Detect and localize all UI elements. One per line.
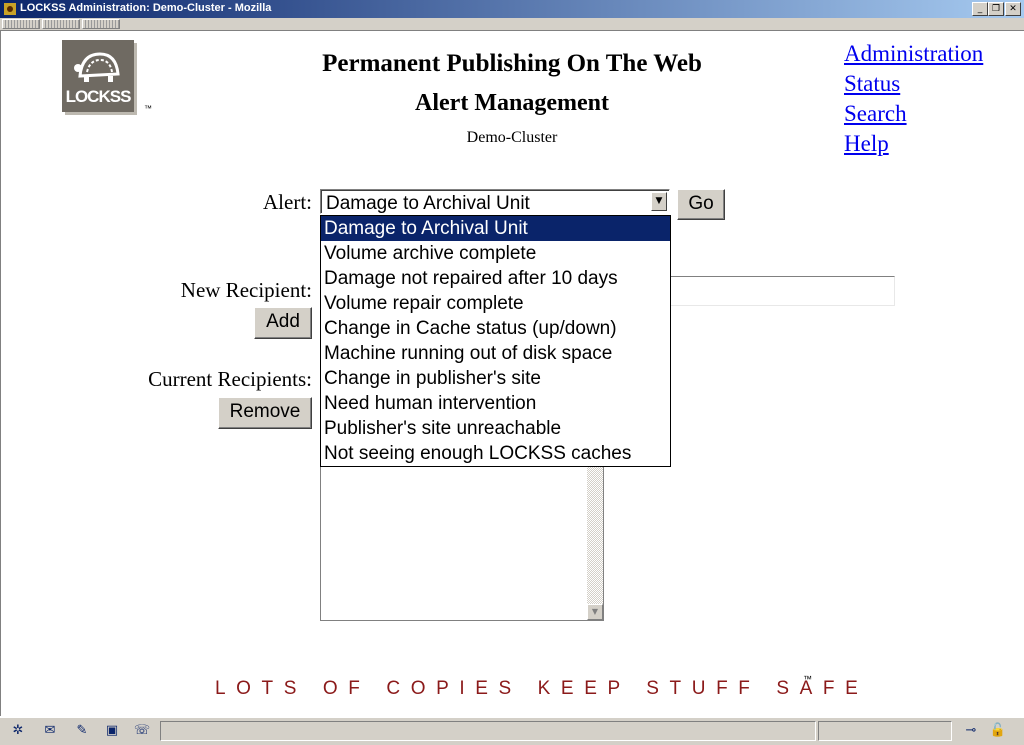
dropdown-option[interactable]: Not seeing enough LOCKSS caches (321, 441, 670, 466)
slogan-trademark: ™ (803, 674, 812, 684)
toolbar-grip-menu[interactable] (82, 19, 120, 29)
restore-button[interactable]: ❐ (988, 2, 1004, 16)
alert-select[interactable]: Damage to Archival Unit ▼ (320, 189, 670, 214)
add-button[interactable]: Add (254, 307, 312, 339)
online-status-icon[interactable]: ⊸ (958, 723, 984, 739)
toolbar-grip-personal[interactable] (42, 19, 80, 29)
nav-link-help[interactable]: Help (844, 131, 889, 157)
dropdown-option[interactable]: Machine running out of disk space (321, 341, 670, 366)
status-text-panel (160, 721, 816, 741)
window-title: LOCKSS Administration: Demo-Cluster - Mo… (20, 2, 272, 14)
remove-button[interactable]: Remove (218, 397, 312, 429)
toolbar-grip-navigation[interactable] (2, 19, 40, 29)
progress-panel (818, 721, 952, 741)
security-lock-icon[interactable]: 🔓 (988, 723, 1008, 739)
dropdown-option[interactable]: Volume archive complete (321, 241, 670, 266)
alert-dropdown-menu[interactable]: Damage to Archival Unit Volume archive c… (320, 215, 671, 467)
alert-select-value: Damage to Archival Unit (326, 193, 530, 214)
navigator-icon[interactable]: ✲ (8, 723, 28, 739)
mozilla-app-icon (3, 2, 17, 16)
dropdown-option[interactable]: Volume repair complete (321, 291, 670, 316)
addressbook-icon[interactable]: ▣ (102, 723, 122, 739)
scroll-down-icon[interactable]: ▼ (587, 604, 603, 620)
nav-link-status[interactable]: Status (844, 71, 900, 97)
current-recipients-label: Current Recipients: (148, 367, 312, 391)
close-button[interactable]: ✕ (1005, 2, 1021, 16)
dropdown-option[interactable]: Publisher's site unreachable (321, 416, 670, 441)
chat-icon[interactable]: ☏ (132, 723, 152, 739)
dropdown-option[interactable]: Change in publisher's site (321, 366, 670, 391)
window-titlebar[interactable]: LOCKSS Administration: Demo-Cluster - Mo… (0, 0, 1024, 18)
browser-statusbar: ✲ ✉ ✎ ▣ ☏ ⊸ 🔓 (0, 717, 1024, 745)
collapsed-toolbars (0, 18, 1024, 31)
new-recipient-label: New Recipient: (180, 278, 312, 302)
alert-label: Alert: (263, 190, 312, 214)
minimize-button[interactable]: _ (972, 2, 988, 16)
dropdown-option[interactable]: Change in Cache status (up/down) (321, 316, 670, 341)
footer-slogan: LOTS OF COPIES KEEP STUFF SAFE (215, 678, 869, 699)
dropdown-option[interactable]: Damage to Archival Unit (321, 216, 670, 241)
mail-icon[interactable]: ✉ (40, 723, 60, 739)
composer-icon[interactable]: ✎ (72, 723, 92, 739)
dropdown-option[interactable]: Need human intervention (321, 391, 670, 416)
chevron-down-icon[interactable]: ▼ (651, 192, 667, 211)
nav-link-search[interactable]: Search (844, 101, 907, 127)
go-button[interactable]: Go (677, 189, 725, 220)
nav-link-administration[interactable]: Administration (844, 41, 983, 67)
dropdown-option[interactable]: Damage not repaired after 10 days (321, 266, 670, 291)
